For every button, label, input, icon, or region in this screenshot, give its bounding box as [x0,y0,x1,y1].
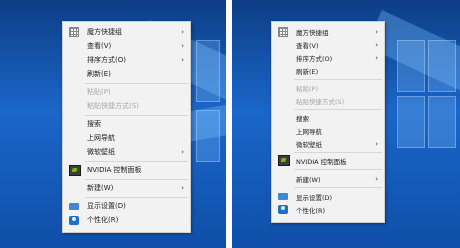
menu-divider [85,197,188,198]
grid-icon [69,27,79,37]
menu-item-nvidia[interactable]: NVIDIA 控制面板 [272,155,384,166]
menu-divider [85,179,188,180]
menu-item-personalize[interactable]: 个性化(R) [63,214,190,226]
chevron-right-icon: › [375,27,378,36]
menu-item-web-nav[interactable]: 上网导航 [63,132,190,144]
menu-item-wallpaper[interactable]: 微软壁纸 › [272,138,384,149]
context-menu-right: 魔方快捷组 › 查看(V) › 排序方式(O) › 刷新(E) 粘贴(P) 粘贴… [271,21,385,223]
chevron-right-icon: › [375,40,378,49]
context-menu-left: 魔方快捷组 › 查看(V) › 排序方式(O) › 刷新(E) 粘贴(P) 粘贴… [62,21,191,233]
menu-item-mofang[interactable]: 魔方快捷组 › [63,26,190,38]
display-icon [278,193,288,200]
menu-item-refresh[interactable]: 刷新(E) [272,65,384,76]
chevron-right-icon: › [375,174,378,183]
menu-item-view[interactable]: 查看(V) › [63,40,190,52]
menu-item-display-settings[interactable]: 显示设置(D) [63,200,190,212]
personalize-icon [69,215,79,225]
chevron-right-icon: › [181,28,184,36]
menu-item-paste[interactable]: 粘贴(P) [272,82,384,93]
display-icon [69,202,79,210]
menu-item-display-settings[interactable]: 显示设置(D) [272,191,384,202]
menu-item-paste-shortcut[interactable]: 粘贴快捷方式(S) [63,100,190,112]
grid-icon [278,26,288,37]
chevron-right-icon: › [181,42,184,50]
menu-item-paste[interactable]: 粘贴(P) [63,86,190,98]
nvidia-icon [278,155,290,166]
menu-divider [294,152,382,153]
menu-item-paste-shortcut[interactable]: 粘贴快捷方式(S) [272,95,384,106]
menu-divider [294,109,382,110]
menu-item-refresh[interactable]: 刷新(E) [63,68,190,80]
menu-divider [85,83,188,84]
menu-divider [85,161,188,162]
menu-item-search[interactable]: 搜索 [63,118,190,130]
menu-divider [294,79,382,80]
menu-item-search[interactable]: 搜索 [272,112,384,123]
chevron-right-icon: › [375,139,378,148]
menu-item-wallpaper[interactable]: 微软壁纸 › [63,146,190,158]
chevron-right-icon: › [375,53,378,62]
menu-item-new[interactable]: 新建(W) › [63,182,190,194]
menu-item-web-nav[interactable]: 上网导航 [272,125,384,136]
menu-item-view[interactable]: 查看(V) › [272,39,384,50]
menu-item-mofang[interactable]: 魔方快捷组 › [272,26,384,37]
personalize-icon [278,205,288,214]
chevron-right-icon: › [181,184,184,192]
menu-item-sort[interactable]: 排序方式(O) › [63,54,190,66]
menu-divider [85,115,188,116]
nvidia-icon [69,164,81,176]
chevron-right-icon: › [181,56,184,64]
chevron-right-icon: › [181,148,184,156]
menu-item-personalize[interactable]: 个性化(R) [272,204,384,215]
menu-divider [294,187,382,188]
menu-item-nvidia[interactable]: NVIDIA 控制面板 [63,164,190,176]
menu-divider [294,169,382,170]
menu-item-sort[interactable]: 排序方式(O) › [272,52,384,63]
menu-item-new[interactable]: 新建(W) › [272,173,384,184]
